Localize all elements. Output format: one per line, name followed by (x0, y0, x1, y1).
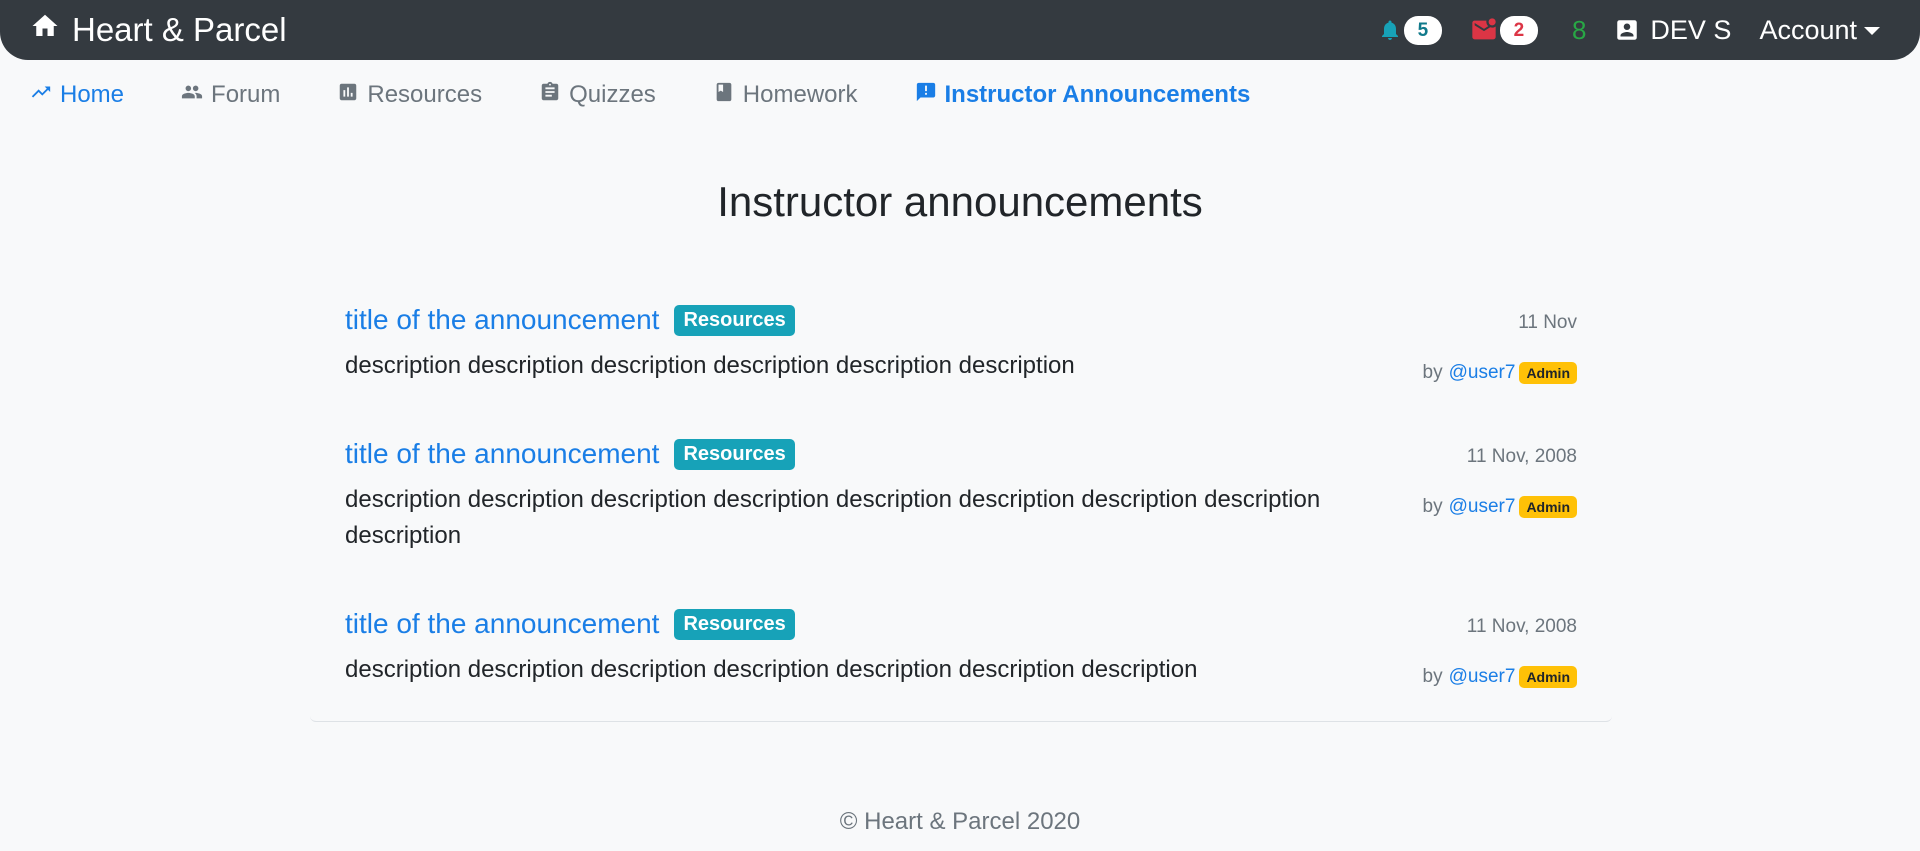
announcement-icon (915, 81, 945, 110)
announcement-description: description description description desc… (345, 656, 1198, 683)
nav-quizzes[interactable]: Quizzes (539, 81, 656, 110)
nav-instructor-announcements[interactable]: Instructor Announcements (915, 81, 1251, 110)
category-badge: Resources (674, 438, 795, 470)
announcement-item: title of the announcement Resources 11 N… (345, 608, 1577, 688)
points-counter[interactable]: 8 (1572, 15, 1586, 46)
people-icon (181, 81, 211, 110)
notifications-button[interactable]: 5 (1378, 15, 1442, 45)
home-icon (30, 11, 72, 49)
nav-home[interactable]: Home (30, 81, 124, 110)
by-label: by (1422, 666, 1443, 687)
messages-count-badge: 2 (1499, 15, 1538, 45)
top-navbar: Heart & Parcel 5 2 8 DEV S Account (0, 0, 1920, 60)
announcement-item: title of the announcement Resources 11 N… (345, 438, 1577, 554)
announcement-description: description description description desc… (345, 486, 1321, 549)
clipboard-icon (539, 81, 569, 110)
announcement-title-link[interactable]: title of the announcement (345, 438, 659, 470)
announcement-author: by @user7 Admin (1423, 362, 1577, 384)
nav-homework[interactable]: Homework (713, 81, 858, 110)
caret-down-icon (1864, 27, 1880, 35)
author-link[interactable]: @user7 (1449, 362, 1516, 384)
announcement-date: 11 Nov, 2008 (1466, 446, 1577, 467)
author-link[interactable]: @user7 (1449, 496, 1516, 518)
announcement-title-link[interactable]: title of the announcement (345, 608, 659, 640)
brand-link[interactable]: Heart & Parcel (30, 11, 287, 49)
announcement-title-link[interactable]: title of the announcement (345, 304, 659, 336)
announcement-date: 11 Nov (1518, 312, 1577, 333)
role-badge: Admin (1519, 496, 1577, 518)
book-icon (713, 81, 743, 110)
account-dropdown[interactable]: Account (1759, 15, 1880, 46)
brand-name: Heart & Parcel (72, 11, 287, 48)
nav-home-label: Home (60, 81, 125, 108)
category-badge: Resources (674, 304, 795, 336)
trending-up-icon (30, 81, 60, 110)
announcement-description: description description description desc… (345, 352, 1075, 379)
role-badge: Admin (1519, 362, 1577, 384)
mail-unread-icon (1470, 16, 1498, 44)
by-label: by (1422, 496, 1443, 517)
announcement-list: title of the announcement Resources 11 N… (310, 290, 1612, 722)
section-nav: Home Forum Resources Quizzes Homework In… (0, 60, 1920, 130)
announcement-date: 11 Nov, 2008 (1466, 616, 1577, 637)
nav-resources-label: Resources (367, 81, 483, 108)
messages-button[interactable]: 2 (1470, 15, 1538, 45)
category-badge: Resources (674, 608, 795, 640)
by-label: by (1422, 362, 1443, 383)
page-title: Instructor announcements (717, 178, 1203, 225)
nav-quizzes-label: Quizzes (569, 81, 656, 108)
nav-homework-label: Homework (742, 81, 858, 108)
announcement-item: title of the announcement Resources 11 N… (345, 304, 1577, 384)
announcement-author: by @user7 Admin (1423, 666, 1577, 688)
role-badge: Admin (1519, 666, 1577, 688)
account-label: Account (1759, 14, 1857, 45)
bar-chart-icon (337, 81, 367, 110)
nav-instructor-announcements-label: Instructor Announcements (944, 81, 1251, 108)
contact-card-icon (1614, 17, 1650, 43)
notifications-count-badge: 5 (1403, 15, 1442, 45)
footer-copyright: © Heart & Parcel 2020 (839, 808, 1081, 835)
nav-forum[interactable]: Forum (181, 81, 280, 110)
user-profile-link[interactable]: DEV S (1614, 15, 1731, 46)
user-name: DEV S (1650, 14, 1732, 45)
author-link[interactable]: @user7 (1449, 666, 1516, 688)
nav-forum-label: Forum (211, 81, 281, 108)
bell-icon (1378, 18, 1402, 42)
nav-resources[interactable]: Resources (337, 81, 482, 110)
announcement-author: by @user7 Admin (1423, 496, 1577, 518)
